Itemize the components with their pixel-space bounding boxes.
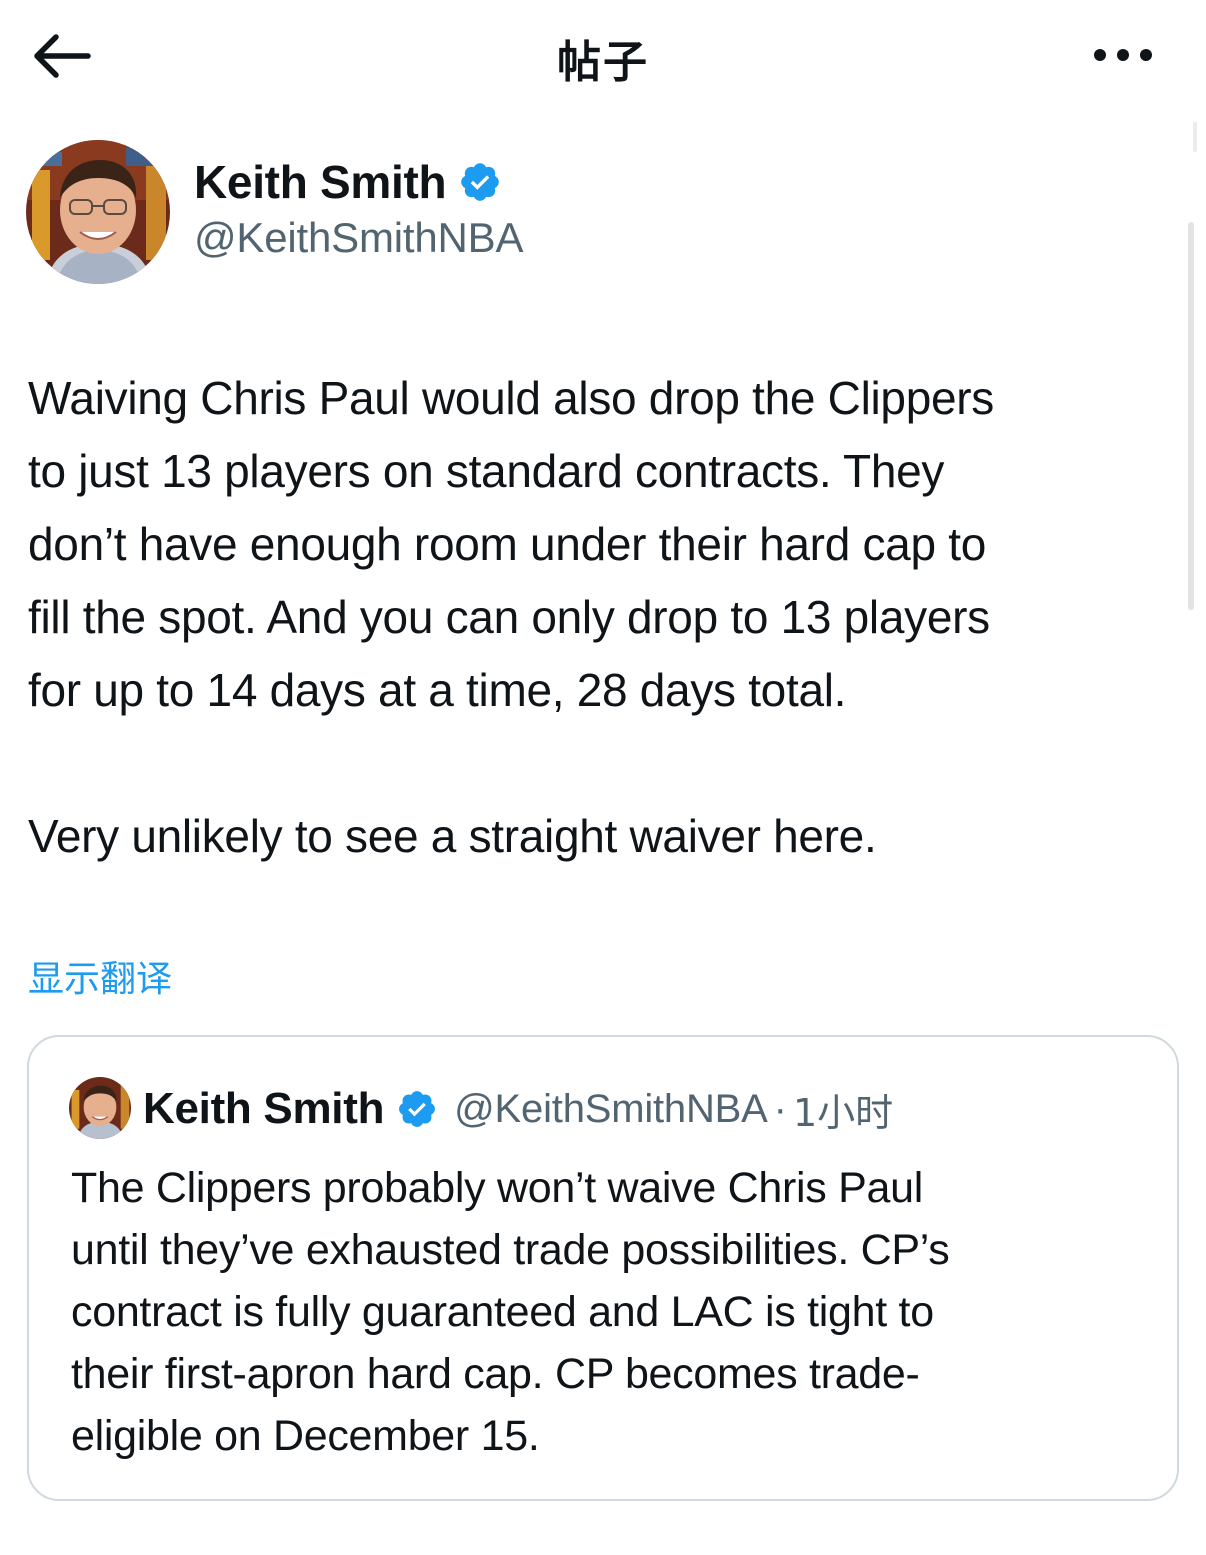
scrollbar[interactable] xyxy=(1188,222,1194,610)
quoted-text-line: their first-apron hard cap. CP becomes t… xyxy=(71,1350,920,1398)
tweet-text-line: don’t have enough room under their hard … xyxy=(28,518,986,570)
page-title: 帖子 xyxy=(557,37,649,88)
verified-badge-icon xyxy=(399,1091,436,1127)
quoted-text: The Clippers probably won’t waive Chris … xyxy=(71,1157,1151,1467)
tweet-text-line: for up to 14 days at a time, 28 days tot… xyxy=(28,664,847,716)
tweet-text-line: to just 13 players on standard contracts… xyxy=(28,445,945,497)
tweet-text: Waiving Chris Paul would also drop the C… xyxy=(28,362,1188,873)
separator-dot: · xyxy=(773,1086,787,1131)
profile-photo xyxy=(69,1077,131,1139)
tweet-text-line: Waiving Chris Paul would also drop the C… xyxy=(28,372,994,424)
quoted-avatar[interactable] xyxy=(69,1077,131,1139)
quoted-author-handle: @KeithSmithNBA xyxy=(454,1086,768,1131)
quoted-text-line: contract is fully guaranteed and LAC is … xyxy=(71,1288,934,1336)
top-bar: 帖子 xyxy=(0,0,1206,110)
author-name[interactable]: Keith Smith xyxy=(194,155,447,209)
tweet-text-line: Very unlikely to see a straight waiver h… xyxy=(28,810,877,862)
author-handle[interactable]: @KeithSmithNBA xyxy=(194,214,523,262)
author-name-row: Keith Smith xyxy=(194,152,502,212)
quoted-text-line: until they’ve exhausted trade possibilit… xyxy=(71,1226,950,1274)
avatar[interactable] xyxy=(26,140,170,284)
quoted-header: Keith Smith @KeithSmithNBA · 1小时 xyxy=(143,1083,893,1135)
show-translation-link[interactable]: 显示翻译 xyxy=(28,950,172,1002)
more-horizontal-icon xyxy=(1094,49,1152,61)
profile-photo xyxy=(26,140,170,284)
tweet-text-line: fill the spot. And you can only drop to … xyxy=(28,591,990,643)
verified-badge-icon xyxy=(461,163,500,201)
quoted-timestamp: 1小时 xyxy=(792,1090,894,1135)
quoted-text-line: The Clippers probably won’t waive Chris … xyxy=(71,1164,923,1212)
quoted-tweet-card[interactable]: Keith Smith @KeithSmithNBA · 1小时 The Cli… xyxy=(27,1035,1179,1501)
more-options-button[interactable] xyxy=(1090,40,1156,70)
quoted-text-line: eligible on December 15. xyxy=(71,1412,540,1460)
edge-indicator xyxy=(1193,122,1197,152)
quoted-author-name: Keith Smith xyxy=(143,1084,385,1133)
